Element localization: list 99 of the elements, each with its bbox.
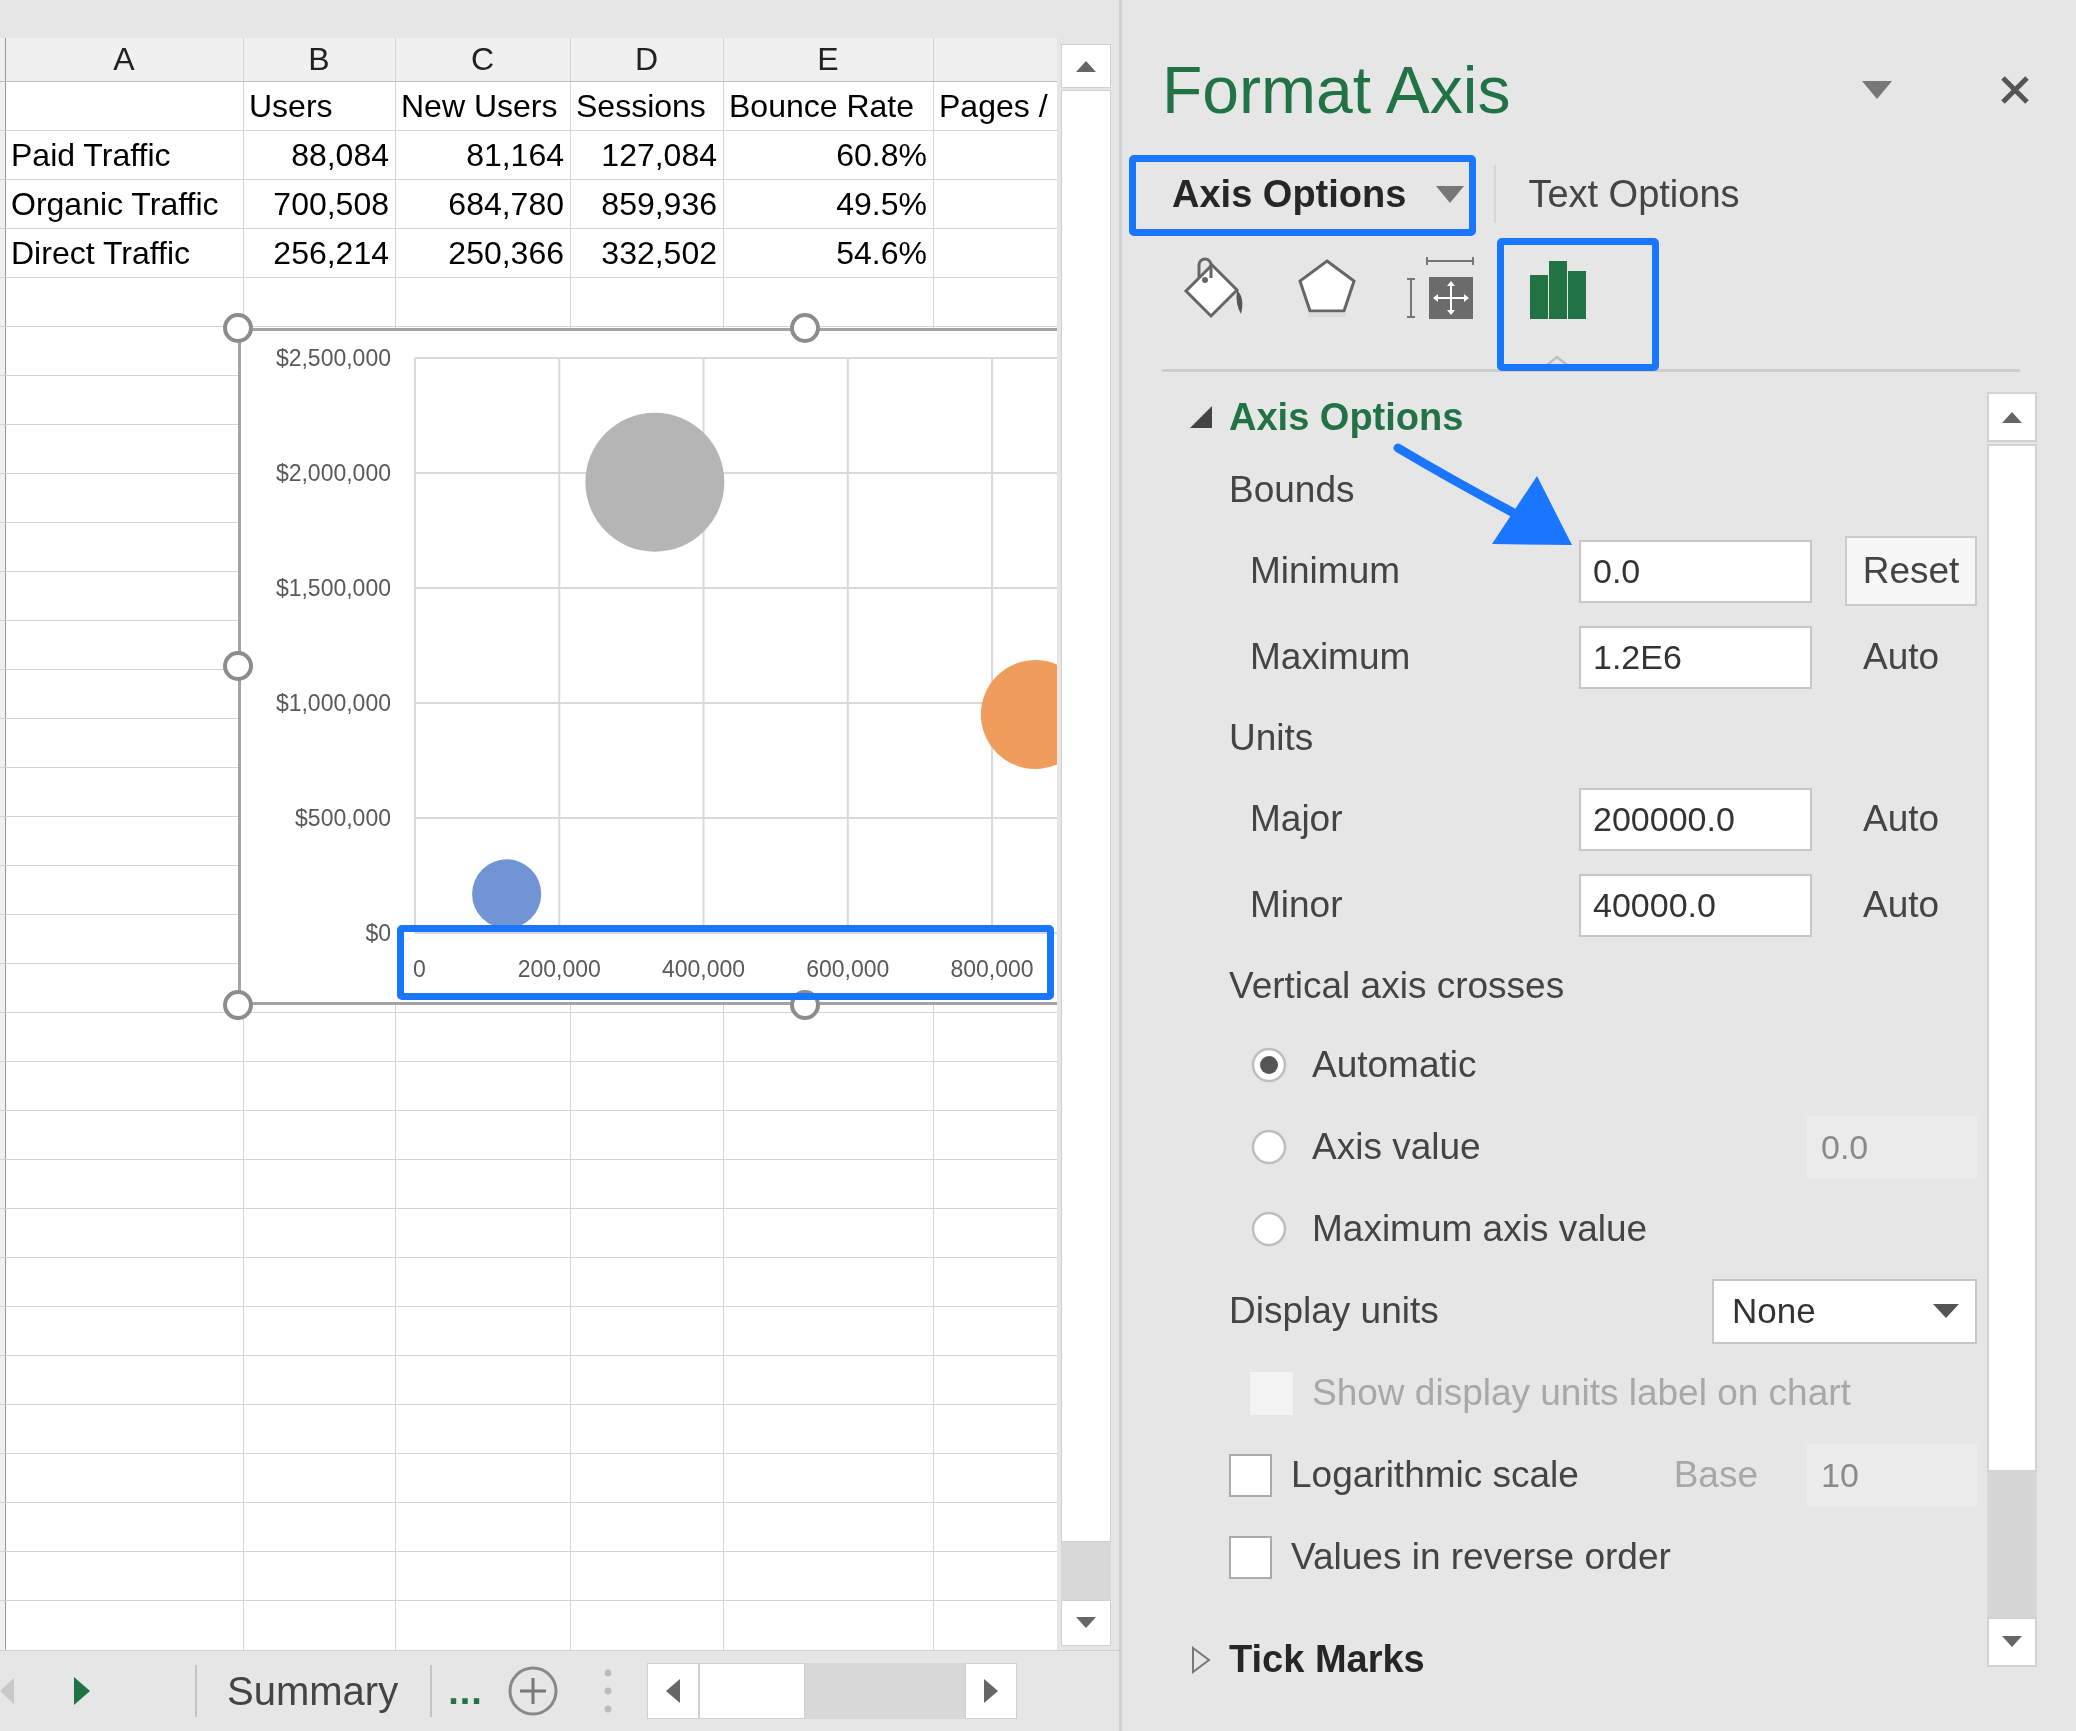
axis-label: $1,500,000 [275, 575, 391, 601]
radio-button[interactable] [1250, 1046, 1288, 1084]
row-label: Paid Traffic [11, 136, 171, 175]
table-cell-text: 127,084 [601, 136, 717, 175]
axis-label: $2,000,000 [275, 460, 391, 486]
down-arrow-icon [1075, 1616, 1097, 1630]
axis-label: 200,000 [517, 956, 601, 982]
resize-handle[interactable] [221, 649, 255, 683]
checkbox-label[interactable]: Values in reverse order [1291, 1536, 1977, 1578]
split-handle-icon[interactable] [602, 1668, 613, 1714]
field-label: Minimum [1250, 550, 1402, 592]
axis-label: 600,000 [806, 956, 890, 982]
table-cell-text: 60.8% [836, 136, 927, 175]
number-field[interactable]: 0.0 [1579, 539, 1812, 603]
field-label: Display units [1229, 1290, 1440, 1332]
scroll-thumb[interactable] [1987, 444, 2037, 1472]
field-label: Maximum [1250, 636, 1412, 678]
dropdown-field[interactable]: None [1712, 1278, 1977, 1344]
right-arrow-icon [983, 1679, 998, 1703]
checkbox-label[interactable]: Logarithmic scale [1291, 1454, 1655, 1496]
radio-label[interactable]: Axis value [1312, 1126, 1783, 1168]
column-header: B [307, 40, 331, 79]
tab[interactable]: Axis Options [1162, 162, 1465, 226]
down-arrow-icon [2001, 1635, 2023, 1649]
left-arrow-icon [665, 1679, 680, 1703]
auto-label: Auto [1862, 798, 1941, 840]
pane-title: Format Axis [1162, 52, 1512, 128]
radio-label[interactable]: Maximum axis value [1312, 1208, 1977, 1250]
dropdown-icon[interactable] [1862, 81, 1892, 99]
action-button[interactable]: Reset [1845, 536, 1977, 606]
up-arrow-icon [2001, 410, 2023, 424]
field-label: Major [1250, 798, 1344, 840]
radio-label[interactable]: Automatic [1312, 1044, 1977, 1086]
axis-label: 400,000 [661, 956, 746, 982]
table-cell-text: 859,936 [601, 185, 717, 224]
scroll-up-button[interactable] [1987, 392, 2037, 442]
scroll-thumb[interactable] [698, 1663, 805, 1719]
checkbox[interactable] [1229, 1453, 1272, 1497]
add-sheet-icon[interactable] [506, 1665, 559, 1717]
number-field[interactable]: 1.2E6 [1579, 625, 1812, 689]
more-sheets-button[interactable]: ... [448, 1669, 483, 1713]
radio-button[interactable] [1250, 1210, 1288, 1248]
column-header: D [633, 40, 660, 79]
radio-button[interactable] [1250, 1128, 1288, 1166]
chart-area[interactable]: $0 $500,000 $1,000,000 $1,500,000 $2,000,000 $2,500,000 0 200,000 400,000 600,000 800,000 [238, 328, 1057, 1005]
table-cell-text: 332,502 [601, 234, 717, 273]
section-title[interactable]: Axis Options [1229, 395, 1464, 439]
scroll-thumb[interactable] [1061, 90, 1111, 1542]
close-icon[interactable] [2000, 75, 2030, 105]
resize-handle[interactable] [221, 988, 255, 1022]
up-arrow-icon [1075, 59, 1097, 73]
table-cell-text: 54.6% [836, 234, 927, 273]
table-cell-text: 49.5% [836, 185, 927, 224]
number-field[interactable]: 200000.0 [1579, 787, 1812, 851]
column-header: A [112, 40, 136, 79]
scroll-left-button[interactable] [646, 1663, 699, 1719]
axis-label: 800,000 [950, 956, 1034, 982]
table-cell-text: 88,084 [291, 136, 389, 175]
resize-handle[interactable] [788, 311, 822, 345]
group-label: Vertical axis crosses [1229, 965, 1566, 1007]
caret-icon[interactable] [1436, 185, 1465, 203]
column-title: Sessions [576, 87, 706, 126]
table-cell-text: 81,164 [466, 136, 564, 175]
scroll-right-button[interactable] [964, 1663, 1017, 1719]
axis-label: $2,500,000 [275, 345, 391, 371]
column-title: New Users [401, 87, 558, 126]
axis-label: $500,000 [295, 805, 391, 831]
table-cell-text: 256,214 [273, 234, 389, 273]
column-title: Bounce Rate [729, 87, 914, 126]
number-field[interactable]: 40000.0 [1579, 873, 1812, 937]
tab[interactable]: Text Options [1518, 162, 1740, 226]
next-sheet-icon[interactable] [74, 1677, 90, 1705]
column-header: E [816, 40, 840, 79]
axis-label: 0 [413, 956, 426, 982]
table-cell-text: 684,780 [448, 185, 564, 224]
column-title: Users [249, 87, 333, 126]
field-label: Minor [1250, 884, 1344, 926]
group-label: Bounds [1229, 469, 1356, 511]
table-cell-text: 700,508 [273, 185, 389, 224]
section-title[interactable]: Tick Marks [1229, 1638, 1425, 1681]
caret-icon [1933, 1304, 1959, 1318]
checkbox[interactable] [1229, 1535, 1272, 1579]
column-title: Pages / [939, 87, 1048, 126]
scroll-up-button[interactable] [1061, 44, 1111, 88]
table-cell-text: 250,366 [448, 234, 564, 273]
row-label: Direct Traffic [11, 234, 190, 273]
axis-label: $0 [365, 920, 391, 946]
axis-label: $1,000,000 [275, 690, 391, 716]
base-label: Base [1673, 1454, 1758, 1496]
auto-label: Auto [1862, 884, 1941, 926]
checkbox-label: Show display units label on chart [1312, 1372, 1852, 1414]
resize-handle[interactable] [221, 311, 255, 345]
row-label: Organic Traffic [11, 185, 219, 224]
scroll-down-button[interactable] [1061, 1600, 1111, 1646]
auto-label: Auto [1862, 636, 1941, 678]
sheet-tab[interactable]: Summary [205, 1661, 423, 1721]
scroll-down-button[interactable] [1987, 1617, 2037, 1667]
group-label: Units [1229, 717, 1315, 759]
column-header: C [469, 40, 496, 79]
